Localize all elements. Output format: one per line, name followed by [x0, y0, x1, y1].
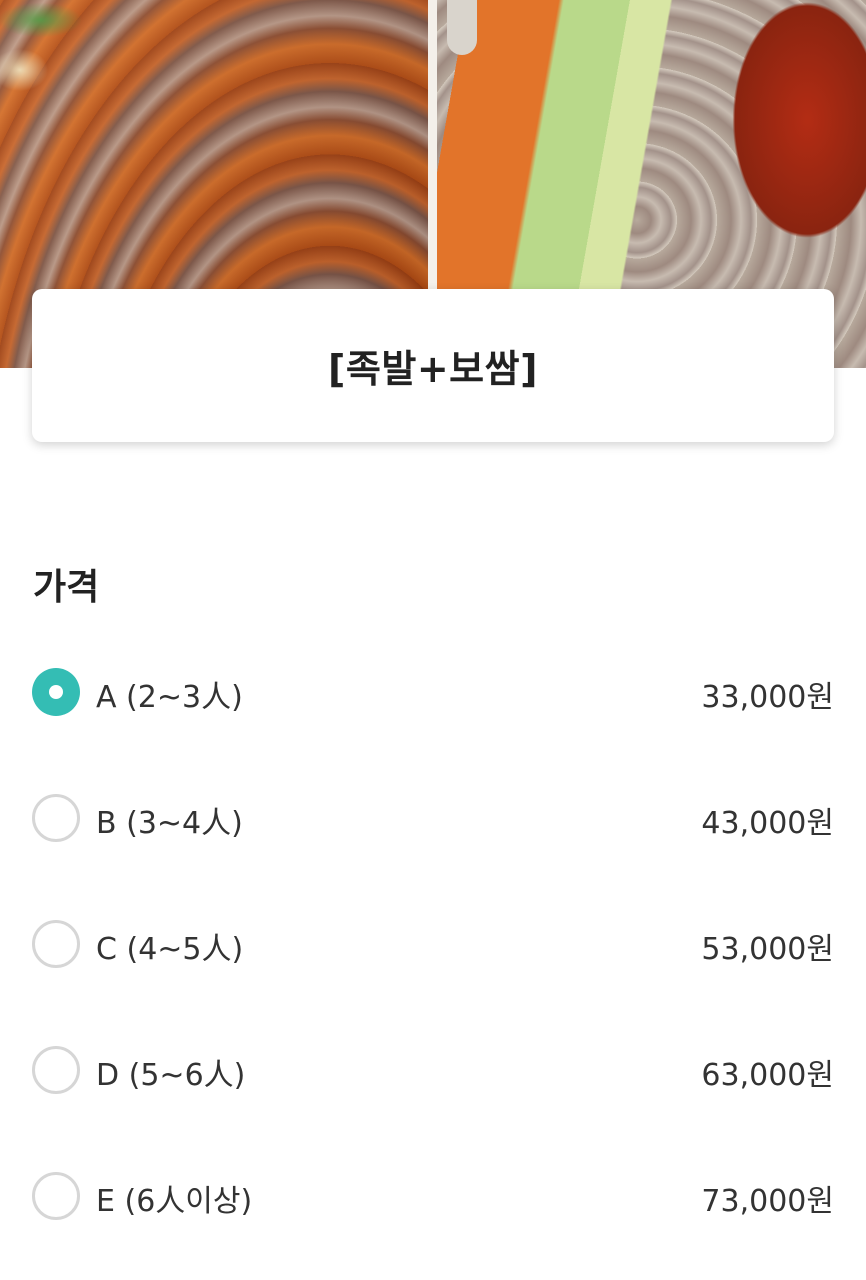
- radio-button[interactable]: [32, 1046, 80, 1094]
- option-label: A (2~3人): [96, 680, 243, 715]
- price-option-d[interactable]: D (5~6人) 63,000원: [0, 1006, 866, 1132]
- option-label: D (5~6人): [96, 1058, 246, 1093]
- radio-button[interactable]: [32, 1172, 80, 1220]
- price-option-a[interactable]: A (2~3人) 33,000원: [0, 628, 866, 754]
- option-price: 73,000원: [701, 1184, 834, 1219]
- price-section-heading: 가격: [33, 567, 100, 608]
- radio-button[interactable]: [32, 794, 80, 842]
- price-option-c[interactable]: C (4~5人) 53,000원: [0, 880, 866, 1006]
- option-price: 43,000원: [701, 806, 834, 841]
- option-price: 53,000원: [701, 932, 834, 967]
- product-title: [족발+보쌈]: [328, 347, 538, 391]
- option-label: C (4~5人): [96, 932, 244, 967]
- product-title-card: [족발+보쌈]: [32, 289, 834, 442]
- price-option-e[interactable]: E (6人이상) 73,000원: [0, 1132, 866, 1258]
- option-label: B (3~4人): [96, 806, 243, 841]
- price-option-b[interactable]: B (3~4人) 43,000원: [0, 754, 866, 880]
- radio-button[interactable]: [32, 668, 80, 716]
- price-option-list: A (2~3人) 33,000원 B (3~4人) 43,000원 C (4~5…: [0, 628, 866, 1258]
- radio-button[interactable]: [32, 920, 80, 968]
- option-price: 63,000원: [701, 1058, 834, 1093]
- option-price: 33,000원: [701, 680, 834, 715]
- option-label: E (6人이상): [96, 1184, 253, 1219]
